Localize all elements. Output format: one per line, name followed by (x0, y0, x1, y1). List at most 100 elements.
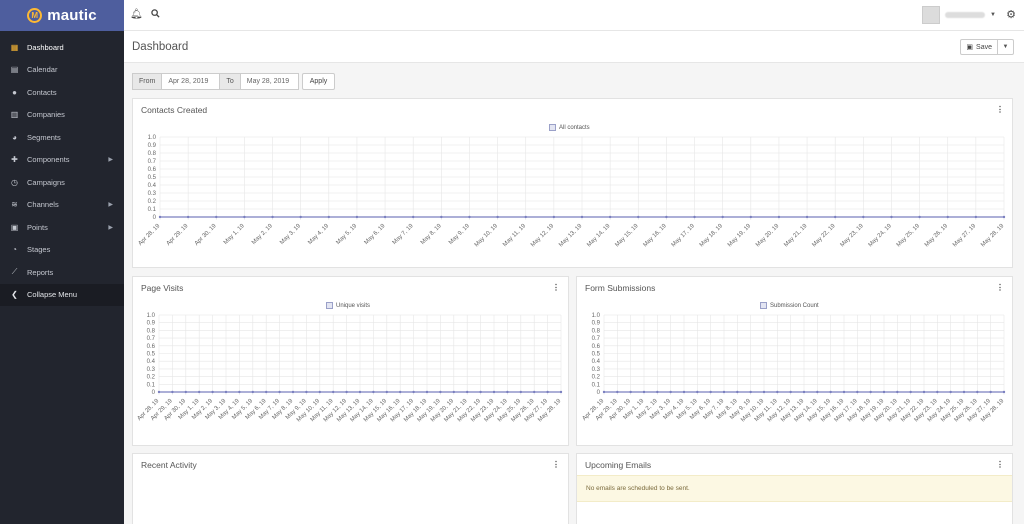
data-point (157, 390, 161, 394)
data-point (802, 390, 806, 394)
sidebar-item-segments[interactable]: ◕ Segments (0, 126, 124, 149)
y-tick-label: 0.1 (147, 382, 156, 388)
mautic-logo[interactable]: M mautic (0, 0, 124, 31)
calendar-icon: ▤ (10, 65, 19, 75)
data-point (265, 390, 268, 394)
y-tick-label: 0.5 (148, 175, 157, 181)
x-tick-label: May 6, 19 (364, 223, 387, 246)
save-button[interactable]: ▣ Save (960, 39, 998, 55)
save-dropdown-toggle[interactable]: ▼ (998, 39, 1014, 55)
data-point (171, 390, 174, 394)
sidebar-item-campaigns[interactable]: ◷ Campaigns (0, 171, 124, 194)
x-tick-label: May 24, 19 (868, 223, 894, 249)
sidebar-item-label: Segments (27, 132, 61, 142)
data-point (251, 390, 254, 394)
x-tick-label: May 12, 19 (530, 223, 556, 249)
x-tick-label: May 3, 19 (279, 223, 302, 246)
legend-label: Submission Count (770, 302, 819, 309)
rss-icon: ≋ (11, 200, 18, 210)
search-icon[interactable] (151, 9, 160, 21)
x-tick-label: May 22, 19 (811, 223, 837, 249)
sidebar-item-dashboard[interactable]: ▦ Dashboard (0, 36, 124, 59)
data-point (976, 390, 979, 394)
sidebar-item-label: Stages (27, 245, 51, 255)
data-point (224, 390, 228, 394)
sidebar-item-points[interactable]: ▣ Points ▶ (0, 216, 124, 239)
bell-icon[interactable]: 🔔︎ (130, 9, 143, 20)
line-chart-icon: ⟋ (11, 267, 18, 277)
tachometer-icon: ◔ (12, 245, 17, 255)
legend-swatch (326, 302, 333, 309)
chevron-right-icon: ▶ (108, 157, 113, 164)
data-point (243, 215, 246, 219)
sidebar-nav: ▦ Dashboard ▤ Calendar ● Contacts ▥ Companies ◕ S… (0, 36, 124, 306)
x-tick-label: May 4, 19 (307, 223, 330, 246)
collapse-menu-button[interactable]: ❮ Collapse Menu (0, 283, 124, 306)
data-point (358, 390, 362, 394)
x-tick-label: May 18, 19 (699, 223, 725, 249)
sidebar-item-components[interactable]: ✚ Components ▶ (0, 149, 124, 172)
sidebar: M mautic ▦ Dashboard ▤ Calendar ● Contacts ▥ Co… (0, 0, 124, 524)
y-tick-label: 0.8 (148, 151, 157, 157)
widget-title: Contacts Created (141, 105, 208, 115)
sidebar-item-reports[interactable]: ⟋ Reports (0, 261, 124, 284)
widget-menu-icon[interactable]: ⋮ (996, 460, 1004, 469)
sidebar-item-stages[interactable]: ◔ Stages (0, 239, 124, 262)
from-label: From (132, 73, 163, 90)
data-point (829, 390, 832, 394)
y-tick-label: 0.5 (592, 352, 601, 358)
apply-button[interactable]: Apply (301, 73, 336, 90)
data-point (479, 390, 482, 394)
data-point (789, 390, 792, 394)
x-tick-label: May 2, 19 (251, 223, 274, 246)
y-tick-label: 1.0 (147, 313, 156, 319)
sidebar-item-contacts[interactable]: ● Contacts (0, 81, 124, 104)
y-tick-label: 0.3 (147, 367, 156, 373)
widget-menu-icon[interactable]: ⋮ (996, 283, 1004, 292)
data-point (546, 390, 549, 394)
data-point (816, 390, 819, 394)
data-point (805, 215, 809, 219)
data-point (918, 215, 921, 219)
x-tick-label: May 14, 19 (586, 223, 612, 249)
sidebar-item-calendar[interactable]: ▤ Calendar (0, 59, 124, 82)
widget-menu-icon[interactable]: ⋮ (552, 283, 560, 292)
chart-legend: All contacts (549, 124, 590, 131)
x-tick-label: May 20, 19 (755, 223, 781, 249)
y-tick-label: 0.5 (147, 352, 156, 358)
floppy-icon: ▣ (966, 44, 974, 51)
data-point (869, 390, 872, 394)
to-date-input[interactable]: May 28, 2019 (240, 73, 299, 90)
widget-menu-icon[interactable]: ⋮ (996, 105, 1004, 114)
x-tick-label: May 8, 19 (420, 223, 443, 246)
data-point (608, 215, 612, 219)
avatar (922, 6, 941, 24)
data-point (332, 390, 335, 394)
data-point (412, 215, 415, 219)
data-point (439, 390, 442, 394)
y-tick-label: 0.2 (592, 375, 601, 381)
from-date-input[interactable]: Apr 28, 2019 (162, 73, 221, 90)
x-tick-label: May 13, 19 (558, 223, 584, 249)
sidebar-item-label: Components (27, 155, 70, 165)
y-tick-label: 0.4 (592, 359, 601, 365)
x-tick-label: May 28, 19 (980, 223, 1006, 249)
data-point (736, 390, 739, 394)
y-tick-label: 0 (152, 390, 156, 396)
gear-icon[interactable]: ⚙ (1006, 8, 1016, 21)
x-tick-label: May 1, 19 (223, 223, 246, 246)
widget-menu-icon[interactable]: ⋮ (552, 460, 560, 469)
sidebar-item-channels[interactable]: ≋ Channels ▶ (0, 194, 124, 217)
data-point (492, 390, 496, 394)
collapse-menu-label: Collapse Menu (27, 290, 78, 300)
data-point (749, 390, 752, 394)
user-menu[interactable]: ▼ (922, 6, 996, 24)
data-point (656, 390, 659, 394)
data-point (946, 215, 949, 219)
sidebar-item-companies[interactable]: ▥ Companies (0, 104, 124, 127)
chevron-down-icon: ▼ (990, 12, 996, 18)
y-tick-label: 0.9 (592, 321, 601, 327)
data-point (834, 215, 837, 219)
data-point (158, 215, 162, 219)
chevron-right-icon: ▶ (108, 202, 113, 209)
